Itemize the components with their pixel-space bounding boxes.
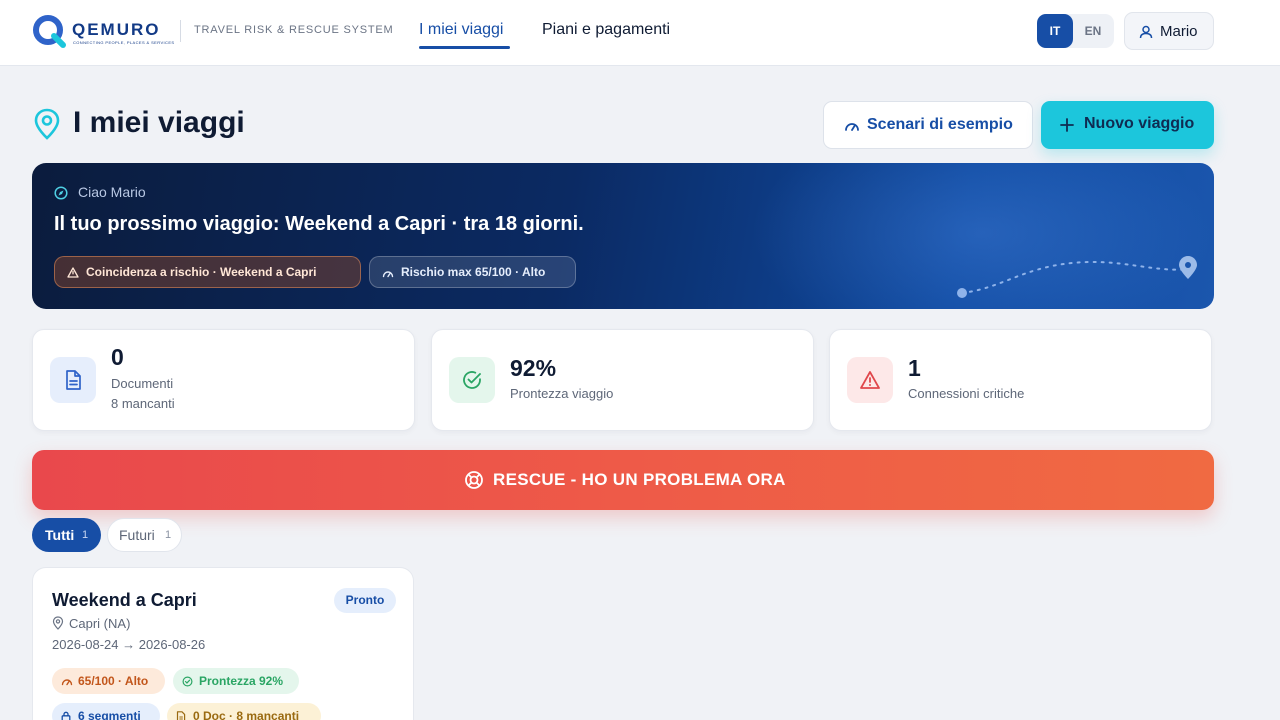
critical-connections-count: 1	[908, 355, 921, 381]
trip-segments-tag: 6 segmenti	[52, 703, 160, 720]
rescue-label: RESCUE - HO UN PROBLEMA ORA	[493, 470, 786, 489]
document-icon	[66, 370, 81, 390]
documents-missing: 8 mancanti	[111, 396, 175, 411]
trip-segments-label: 6 segmenti	[78, 709, 141, 720]
trip-risk-tag: 65/100 · Alto	[52, 668, 165, 694]
map-pin-icon	[34, 108, 60, 140]
trip-documents-tag: 0 Doc · 8 mancanti	[167, 703, 321, 720]
critical-connections-icon-box	[847, 357, 893, 403]
logo-wordmark: QEMURO	[72, 20, 161, 39]
critical-connections-stat-card[interactable]: 1 Connessioni critiche	[829, 329, 1212, 431]
gauge-icon	[382, 271, 394, 278]
trip-dates: 2026-08-24 → 2026-08-26	[52, 637, 206, 652]
connection-risk-label: Coincidenza a rischio · Weekend a Capri	[86, 265, 317, 279]
new-trip-button[interactable]: Nuovo viaggio	[1041, 101, 1214, 149]
new-trip-label: Nuovo viaggio	[1084, 115, 1195, 132]
documents-stat-card[interactable]: 0 Documenti 8 mancanti	[32, 329, 415, 431]
documents-label: Documenti	[111, 376, 174, 391]
max-risk-pill[interactable]: Rischio max 65/100 · Alto	[369, 256, 576, 288]
next-trip-banner: Ciao Mario Il tuo prossimo viaggio: Week…	[32, 163, 1214, 309]
trip-title: Weekend a Capri	[52, 590, 197, 610]
user-menu-button[interactable]: Mario	[1124, 12, 1214, 50]
readiness-label: Prontezza viaggio	[510, 386, 614, 401]
nav-my-trips[interactable]: I miei viaggi	[419, 21, 503, 39]
filter-future-label: Futuri	[119, 527, 155, 543]
readiness-value: 92%	[510, 355, 557, 381]
critical-connections-label: Connessioni critiche	[908, 386, 1025, 401]
gauge-icon	[61, 679, 73, 686]
lock-icon	[61, 711, 71, 720]
app-subtitle: TRAVEL RISK & RESCUE SYSTEM	[194, 24, 394, 36]
lang-it-button[interactable]: IT	[1037, 14, 1073, 48]
filter-future-count: 1	[165, 529, 172, 541]
header-divider	[180, 20, 181, 42]
documents-stat-icon-box	[50, 357, 96, 403]
headline-prefix: Il tuo prossimo viaggio:	[54, 213, 286, 235]
filter-all-label: Tutti	[45, 527, 75, 543]
logo-tagline: CONNECTING PEOPLE, PLACES & SERVICES	[73, 40, 175, 45]
logo-q-icon	[33, 15, 66, 48]
example-scenarios-button[interactable]: Scenari di esempio	[823, 101, 1033, 149]
connection-risk-pill[interactable]: Coincidenza a rischio · Weekend a Capri	[54, 256, 361, 288]
headline-trip-name[interactable]: Weekend a Capri	[285, 213, 446, 235]
language-toggle: IT EN	[1037, 14, 1114, 48]
filter-all-chip[interactable]: Tutti 1	[32, 518, 101, 552]
headline-suffix: · tra 18 giorni.	[445, 213, 584, 235]
readiness-stat-icon-box	[449, 357, 495, 403]
lang-en-button[interactable]: EN	[1075, 14, 1111, 48]
trip-readiness-tag: Prontezza 92%	[173, 668, 299, 694]
warning-triangle-icon	[860, 371, 880, 389]
filter-all-count: 1	[82, 529, 89, 541]
user-icon	[1139, 25, 1153, 39]
warning-triangle-icon	[67, 267, 79, 278]
trip-risk-label: 65/100 · Alto	[78, 674, 149, 688]
nav-plans-payments[interactable]: Piani e pagamenti	[542, 21, 670, 39]
route-illustration	[957, 256, 1197, 298]
next-trip-headline: Il tuo prossimo viaggio: Weekend a Capri…	[54, 213, 584, 236]
top-navigation-bar: QEMURO CONNECTING PEOPLE, PLACES & SERVI…	[0, 0, 1280, 66]
rescue-button[interactable]: RESCUE - HO UN PROBLEMA ORA	[32, 450, 1214, 510]
nav-active-underline	[419, 46, 510, 49]
compass-icon	[54, 186, 68, 200]
max-risk-label: Rischio max 65/100 · Alto	[401, 265, 546, 279]
plus-icon	[1060, 118, 1074, 132]
trip-documents-label: 0 Doc · 8 mancanti	[193, 709, 300, 720]
example-scenarios-label: Scenari di esempio	[867, 116, 1013, 133]
readiness-stat-card[interactable]: 92% Prontezza viaggio	[431, 329, 814, 431]
lifebuoy-icon	[465, 471, 483, 489]
check-circle-icon	[463, 371, 481, 389]
filter-future-chip[interactable]: Futuri 1	[107, 518, 182, 552]
document-icon	[176, 711, 186, 720]
page-title: I miei viaggi	[73, 106, 245, 139]
app-logo[interactable]: QEMURO CONNECTING PEOPLE, PLACES & SERVI…	[32, 12, 175, 52]
user-name: Mario	[1160, 23, 1198, 40]
greeting-text: Ciao Mario	[78, 184, 146, 200]
documents-count: 0	[111, 344, 124, 370]
trip-card[interactable]: Weekend a Capri Pronto Capri (NA) 2026-0…	[32, 567, 414, 720]
check-circle-icon	[182, 676, 193, 687]
trip-status-badge: Pronto	[334, 588, 396, 613]
trip-readiness-label: Prontezza 92%	[199, 674, 284, 688]
trip-location: Capri (NA)	[69, 616, 131, 631]
gauge-icon	[845, 123, 859, 131]
location-pin-icon	[52, 616, 64, 630]
